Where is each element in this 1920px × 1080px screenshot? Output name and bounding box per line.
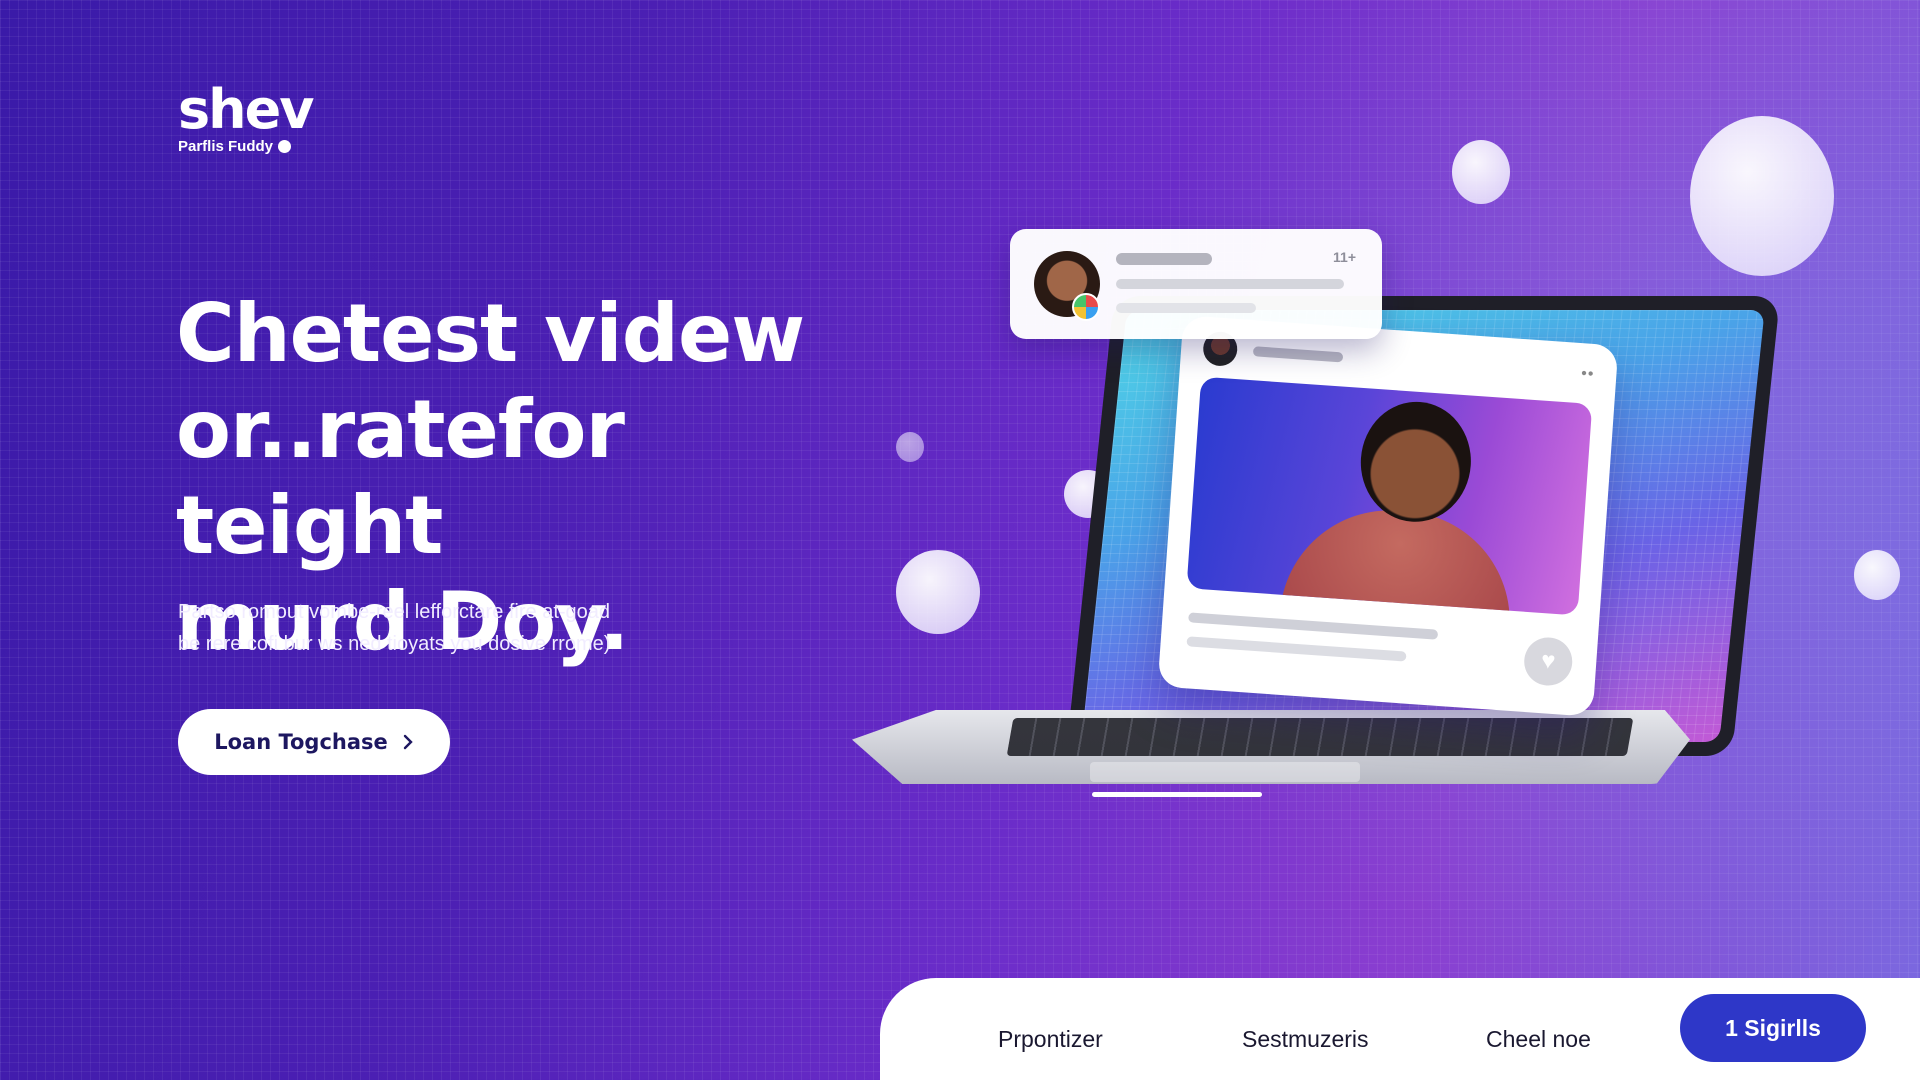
signup-button[interactable]: 1 Sigirlls [1680,994,1866,1062]
logo-tagline-text: Parflis Fuddy [178,138,274,155]
post-author-placeholder [1252,346,1344,363]
notification-count: 11+ [1333,249,1356,265]
photo-person-head [1356,398,1475,526]
hero-subtext: Partso romout vombe-reel lefforctare fir… [178,596,738,660]
post-photo[interactable] [1186,376,1593,616]
post-caption-placeholder [1188,612,1439,640]
decor-bubble [896,432,924,462]
nav-item-sestmuzeris[interactable]: Sestmuzeris [1242,1026,1369,1053]
laptop-keyboard [1006,718,1634,756]
subtext-line: be rere cofi bur ws ned tioyats you dosi… [178,633,611,655]
hero-cta-button[interactable]: Loan Togchase [178,709,450,775]
headline-line: Chetest videw [176,287,805,380]
decor-bubble [896,550,980,634]
decor-bubble [1854,550,1900,600]
notification-title-placeholder [1116,253,1212,265]
headline-line: or..ratefor teight [176,383,625,572]
notification-text-placeholder [1116,303,1256,313]
notification-text-placeholder [1116,279,1344,289]
logo-wordmark: shev [178,78,314,141]
laptop-notch [1412,296,1481,310]
subtext-line: Partso romout vombe-reel lefforctare fir… [178,601,611,623]
app-badge-icon [1072,293,1100,321]
brand-logo[interactable]: shev Parflis Fuddy [178,78,314,156]
laptop-light [1092,792,1262,797]
heart-icon[interactable]: ♥ [1522,635,1574,688]
logo-badge-icon [278,140,292,153]
notification-card[interactable]: 11+ [1010,229,1382,339]
nav-item-cheel-noe[interactable]: Cheel noe [1486,1026,1591,1053]
laptop-trackpad [1090,762,1360,782]
more-options-icon[interactable]: •• [1581,365,1595,384]
chevron-right-icon [403,734,413,750]
photo-person-body [1279,502,1518,616]
hero-cta-label: Loan Togchase [214,730,388,754]
decor-bubble [1452,140,1510,204]
nav-item-prpontizer[interactable]: Prpontizer [998,1026,1103,1053]
decor-bubble [1690,116,1834,276]
social-post-card[interactable]: •• ♥ [1157,315,1619,717]
bottom-nav: Prpontizer Sestmuzeris Cheel noe 1 Sigir… [880,978,1920,1080]
post-caption-placeholder [1186,636,1407,662]
